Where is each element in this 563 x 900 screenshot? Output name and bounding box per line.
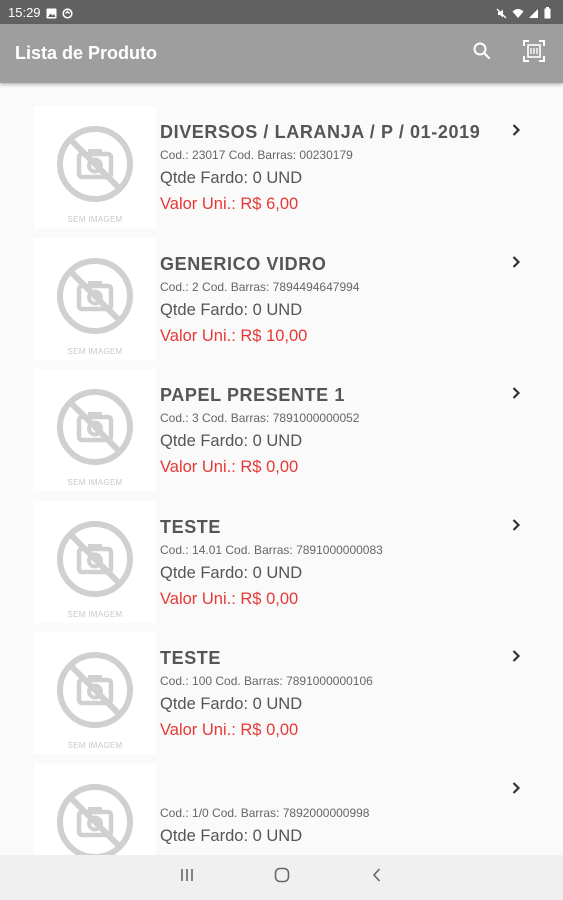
product-thumbnail: SEM IMAGEM bbox=[34, 237, 156, 360]
barcode-scan-icon bbox=[523, 40, 545, 67]
no-image-icon bbox=[55, 256, 135, 341]
chevron-right-icon bbox=[509, 781, 523, 795]
product-thumbnail bbox=[34, 763, 156, 855]
product-thumbnail: SEM IMAGEM bbox=[34, 500, 156, 623]
wifi-icon bbox=[512, 7, 524, 18]
status-bar: 15:29 bbox=[0, 0, 563, 24]
product-price: Valor Uni.: R$ 0,00 bbox=[160, 721, 299, 739]
signal-icon bbox=[528, 7, 539, 18]
product-list[interactable]: SEM IMAGEM DIVERSOS / LARANJA / P / 01-20… bbox=[0, 83, 563, 855]
product-name bbox=[160, 778, 523, 802]
product-codes: Cod.: 23017 Cod. Barras: 00230179 bbox=[160, 148, 353, 162]
product-list-item[interactable]: SEM IMAGEM TESTE Cod.: 14.01 Cod. Barras: … bbox=[0, 500, 563, 633]
chevron-right-icon bbox=[509, 255, 523, 269]
product-list-item[interactable]: SEM IMAGEM PAPEL PRESENTE 1 Cod.: 3 Cod. B… bbox=[0, 369, 563, 501]
product-quantity: Qtde Fardo: 0 UND bbox=[160, 300, 303, 319]
product-quantity: Qtde Fardo: 0 UND bbox=[160, 432, 303, 450]
page-title: Lista de Produto bbox=[15, 43, 158, 63]
no-image-icon bbox=[55, 519, 135, 604]
product-codes: Cod.: 1/0 Cod. Barras: 7892000000998 bbox=[160, 805, 370, 820]
product-codes: Cod.: 3 Cod. Barras: 7891000000052 bbox=[160, 411, 360, 425]
product-list-item[interactable]: SEM IMAGEM GENERICO VIDRO Cod.: 2 Cod. Bar… bbox=[0, 237, 563, 370]
product-quantity: Qtde Fardo: 0 UND bbox=[160, 169, 303, 187]
no-image-icon bbox=[55, 124, 135, 209]
barcode-scan-button[interactable] bbox=[511, 31, 557, 77]
home-icon bbox=[274, 867, 290, 888]
chevron-right-icon bbox=[509, 386, 523, 400]
recent-apps-button[interactable] bbox=[157, 855, 217, 900]
home-button[interactable] bbox=[252, 855, 312, 900]
no-image-caption: SEM IMAGEM bbox=[67, 609, 123, 619]
product-price: Valor Uni.: R$ 10,00 bbox=[160, 326, 308, 345]
product-name: TESTE bbox=[160, 648, 222, 668]
product-codes: Cod.: 2 Cod. Barras: 7894494647994 bbox=[160, 279, 360, 294]
product-price: Valor Uni.: R$ 0,00 bbox=[160, 589, 299, 608]
no-image-caption: SEM IMAGEM bbox=[67, 741, 123, 750]
product-name: TESTE bbox=[160, 516, 222, 537]
recent-apps-icon bbox=[179, 868, 195, 887]
product-codes: Cod.: 100 Cod. Barras: 7891000000106 bbox=[160, 674, 373, 688]
product-thumbnail: SEM IMAGEM bbox=[34, 632, 156, 754]
product-name: GENERICO VIDRO bbox=[160, 253, 327, 274]
product-thumbnail: SEM IMAGEM bbox=[34, 369, 156, 491]
product-list-item[interactable]: SEM IMAGEM DIVERSOS / LARANJA / P / 01-20… bbox=[0, 106, 563, 238]
gallery-notification-icon bbox=[46, 7, 57, 18]
back-icon bbox=[371, 867, 383, 888]
app-bar: Lista de Produto bbox=[0, 24, 563, 83]
no-image-caption: SEM IMAGEM bbox=[67, 478, 123, 487]
product-price: Valor Uni.: R$ 0,00 bbox=[160, 458, 299, 476]
back-button[interactable] bbox=[347, 855, 407, 900]
product-list-item[interactable]: Cod.: 1/0 Cod. Barras: 7892000000998 Qtde… bbox=[0, 763, 563, 855]
search-button[interactable] bbox=[459, 31, 505, 77]
no-image-icon bbox=[55, 782, 135, 855]
no-image-icon bbox=[55, 387, 135, 472]
status-time: 15:29 bbox=[8, 4, 41, 20]
chevron-right-icon bbox=[509, 518, 523, 532]
navigation-bar bbox=[0, 855, 563, 900]
product-thumbnail: SEM IMAGEM bbox=[34, 106, 156, 228]
product-quantity: Qtde Fardo: 0 UND bbox=[160, 563, 303, 582]
product-quantity: Qtde Fardo: 0 UND bbox=[160, 826, 303, 845]
product-list-item[interactable]: SEM IMAGEM TESTE Cod.: 100 Cod. Barras: 78… bbox=[0, 632, 563, 764]
search-icon bbox=[472, 41, 492, 66]
product-codes: Cod.: 14.01 Cod. Barras: 7891000000083 bbox=[160, 542, 383, 557]
no-image-caption: SEM IMAGEM bbox=[67, 346, 123, 356]
product-quantity: Qtde Fardo: 0 UND bbox=[160, 695, 303, 713]
product-name: DIVERSOS / LARANJA / P / 01-2019 bbox=[160, 122, 481, 142]
product-price: Valor Uni.: R$ 6,00 bbox=[160, 195, 299, 213]
sync-notification-icon bbox=[61, 7, 73, 19]
no-image-caption: SEM IMAGEM bbox=[67, 215, 123, 224]
product-name: PAPEL PRESENTE 1 bbox=[160, 385, 345, 405]
mute-icon bbox=[496, 7, 507, 18]
battery-icon bbox=[544, 6, 555, 18]
chevron-right-icon bbox=[509, 649, 523, 663]
no-image-icon bbox=[55, 650, 135, 735]
chevron-right-icon bbox=[509, 123, 523, 137]
